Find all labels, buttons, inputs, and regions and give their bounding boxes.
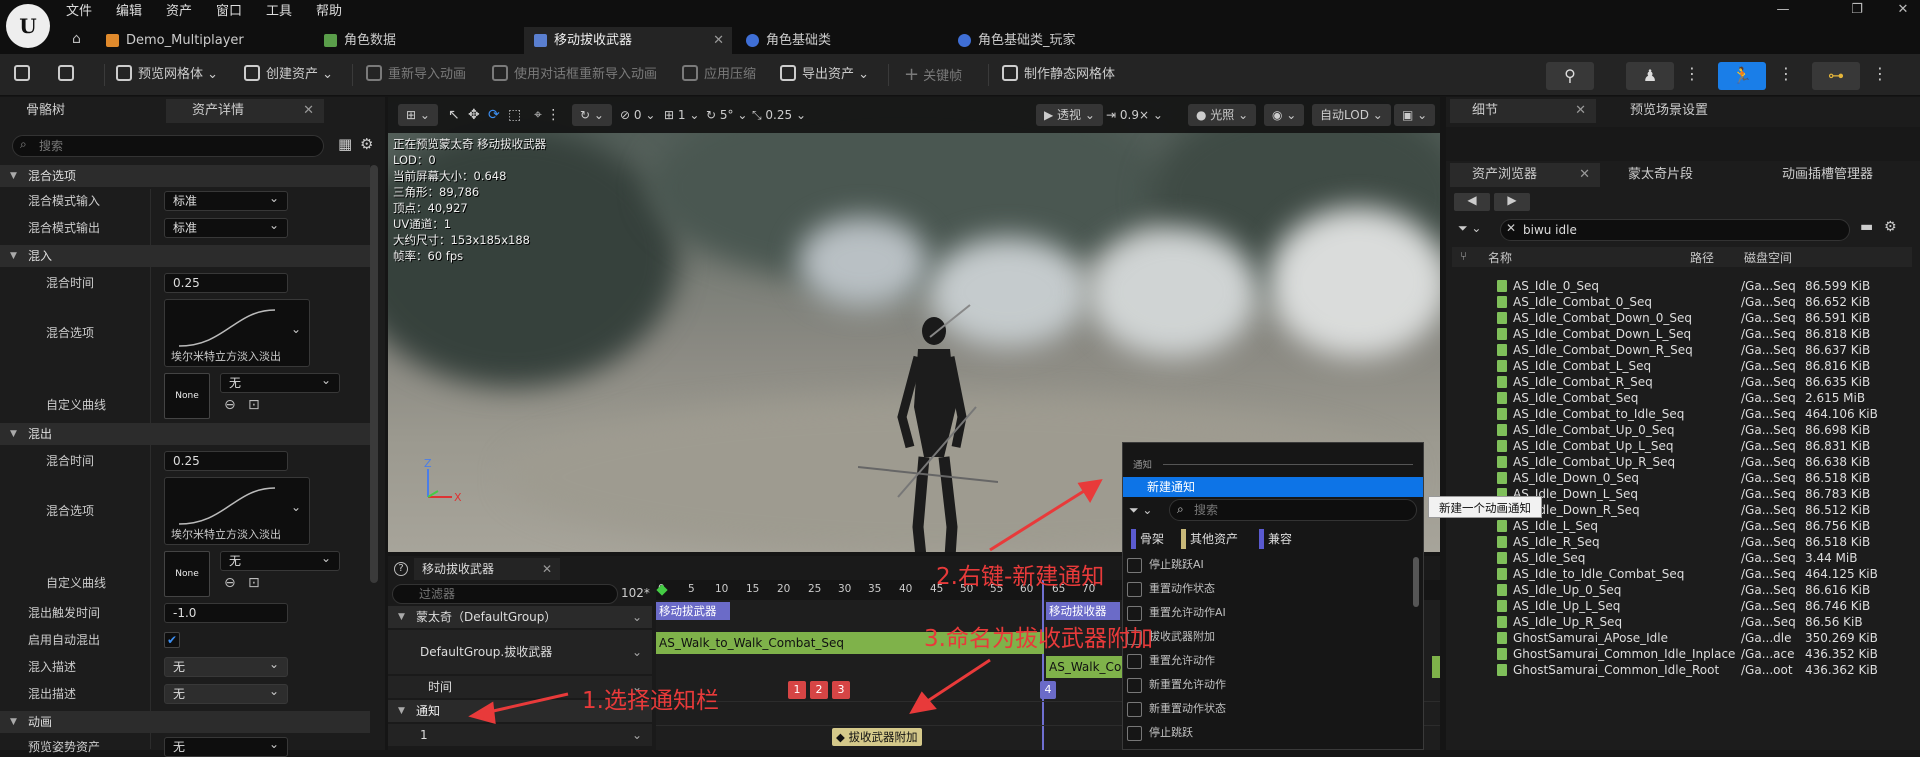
annotation-step-2: 2.右键-新建通知 <box>936 564 1104 590</box>
annotation-text: 3.命名为拔收武器附加 <box>924 626 1153 652</box>
annotation-step-1: 1.选择通知栏 <box>582 688 719 714</box>
annotation-step-3: 3.命名为拔收武器附加 <box>924 626 1153 652</box>
annotation-text: 1.选择通知栏 <box>582 688 719 714</box>
annotation-text: 2.右键-新建通知 <box>936 564 1105 590</box>
